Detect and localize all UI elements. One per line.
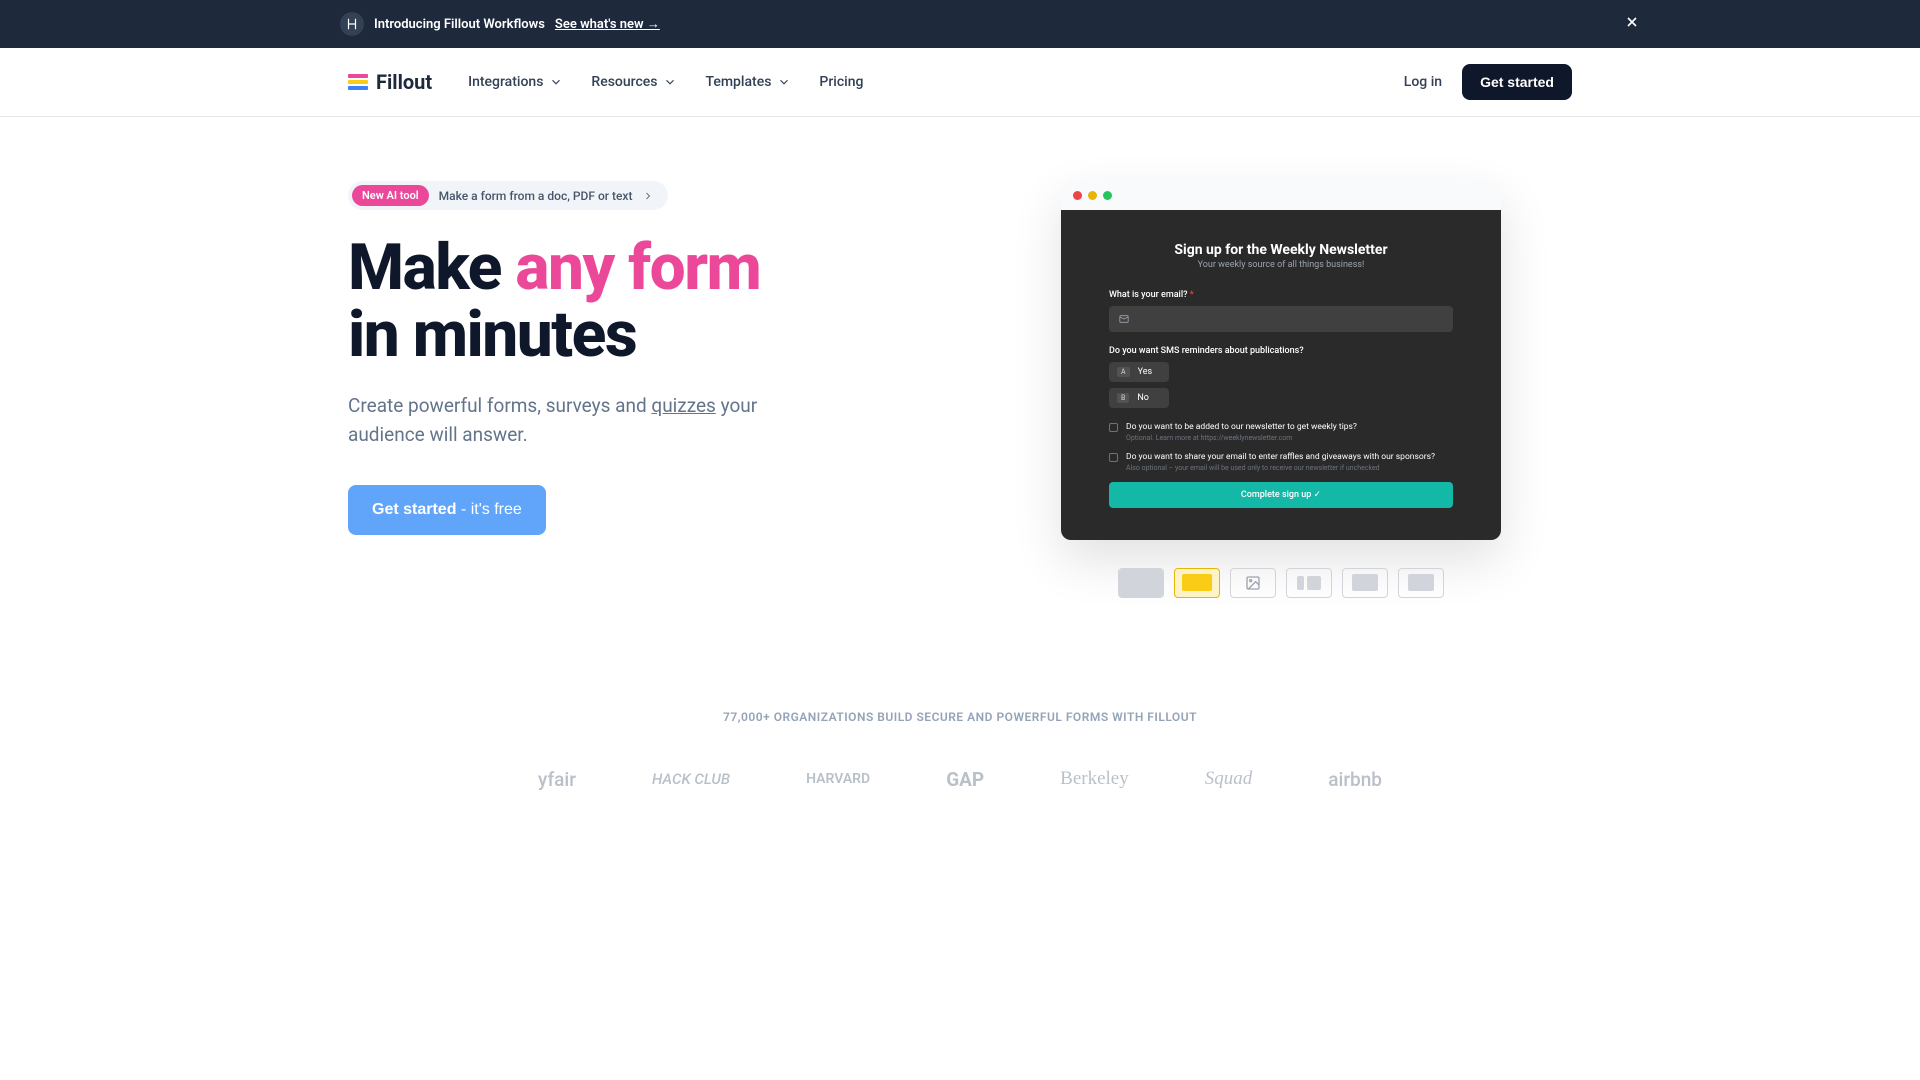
hero-title: Make any form in minutes	[348, 234, 930, 368]
logo-squad: Squad	[1205, 768, 1253, 790]
get-started-button[interactable]: Get started	[1462, 64, 1572, 100]
close-icon[interactable]	[1624, 14, 1640, 34]
checkbox-newsletter[interactable]	[1109, 423, 1118, 432]
nav-integrations[interactable]: Integrations	[468, 74, 563, 90]
form-subheading: Your weekly source of all things busines…	[1109, 260, 1453, 270]
form-submit-button[interactable]: Complete sign up ✓	[1109, 482, 1453, 508]
logo-wayfair: yfair	[538, 768, 576, 791]
thumb-5[interactable]	[1342, 568, 1388, 598]
brand-logo[interactable]: Fillout	[348, 70, 432, 94]
announcement-bar: Introducing Fillout Workflows See what's…	[0, 0, 1920, 48]
check-sponsors-hint: Also optional – your email will be used …	[1126, 464, 1435, 472]
window-close-dot	[1073, 191, 1082, 200]
ai-pill-text: Make a form from a doc, PDF or text	[439, 189, 633, 203]
radio-yes[interactable]: AYes	[1109, 362, 1169, 382]
main-header: Fillout Integrations Resources Templates…	[0, 48, 1920, 117]
mail-icon	[1119, 314, 1129, 324]
main-nav: Integrations Resources Templates Pricing	[468, 74, 863, 90]
window-titlebar	[1061, 181, 1501, 210]
window-maximize-dot	[1103, 191, 1112, 200]
cta-button[interactable]: Get started - it's free	[348, 485, 546, 535]
logo-harvard: HARVARD	[806, 771, 870, 787]
ai-badge: New AI tool	[352, 185, 429, 206]
chevron-right-icon	[642, 190, 654, 202]
logo-gap: GAP	[946, 768, 984, 791]
check-newsletter-hint: Optional. Learn more at https://weeklyne…	[1126, 434, 1357, 442]
thumb-2[interactable]	[1174, 568, 1220, 598]
ai-tool-pill[interactable]: New AI tool Make a form from a doc, PDF …	[348, 181, 668, 210]
logo-berkeley: Berkeley	[1060, 768, 1129, 790]
hero-subtitle: Create powerful forms, surveys and quizz…	[348, 392, 788, 449]
workflow-icon	[340, 12, 364, 36]
sms-label: Do you want SMS reminders about publicat…	[1109, 346, 1453, 356]
announcement-link[interactable]: See what's new →	[555, 16, 660, 32]
announcement-text: Introducing Fillout Workflows	[374, 17, 545, 32]
email-input[interactable]	[1109, 306, 1453, 332]
logo-icon	[348, 74, 368, 90]
hero-section: New AI tool Make a form from a doc, PDF …	[320, 117, 1600, 662]
thumb-4[interactable]	[1286, 568, 1332, 598]
nav-resources[interactable]: Resources	[591, 74, 677, 90]
form-preview-window: Sign up for the Weekly Newsletter Your w…	[1061, 181, 1501, 540]
thumb-1[interactable]	[1118, 568, 1164, 598]
radio-no[interactable]: BNo	[1109, 388, 1169, 408]
chevron-down-icon	[549, 75, 563, 89]
nav-templates[interactable]: Templates	[705, 74, 791, 90]
chevron-down-icon	[663, 75, 677, 89]
thumb-6[interactable]	[1398, 568, 1444, 598]
check-newsletter-label: Do you want to be added to our newslette…	[1126, 422, 1357, 434]
check-sponsors-label: Do you want to share your email to enter…	[1126, 452, 1435, 464]
brand-name: Fillout	[376, 70, 432, 94]
nav-pricing[interactable]: Pricing	[819, 74, 863, 90]
social-proof-label: 77,000+ ORGANIZATIONS BUILD SECURE AND P…	[0, 710, 1920, 724]
logo-airbnb: airbnb	[1328, 768, 1382, 791]
logo-hackclub: HACK CLUB	[652, 770, 730, 788]
checkbox-sponsors[interactable]	[1109, 453, 1118, 462]
image-icon	[1245, 575, 1261, 591]
thumb-3[interactable]	[1230, 568, 1276, 598]
company-logos-row: yfair HACK CLUB HARVARD GAP Berkeley Squ…	[0, 768, 1920, 791]
form-heading: Sign up for the Weekly Newsletter	[1109, 242, 1453, 258]
email-label: What is your email? *	[1109, 290, 1453, 300]
login-link[interactable]: Log in	[1404, 74, 1442, 90]
chevron-down-icon	[777, 75, 791, 89]
theme-thumbnails	[1118, 568, 1444, 598]
social-proof-section: 77,000+ ORGANIZATIONS BUILD SECURE AND P…	[0, 662, 1920, 871]
window-minimize-dot	[1088, 191, 1097, 200]
